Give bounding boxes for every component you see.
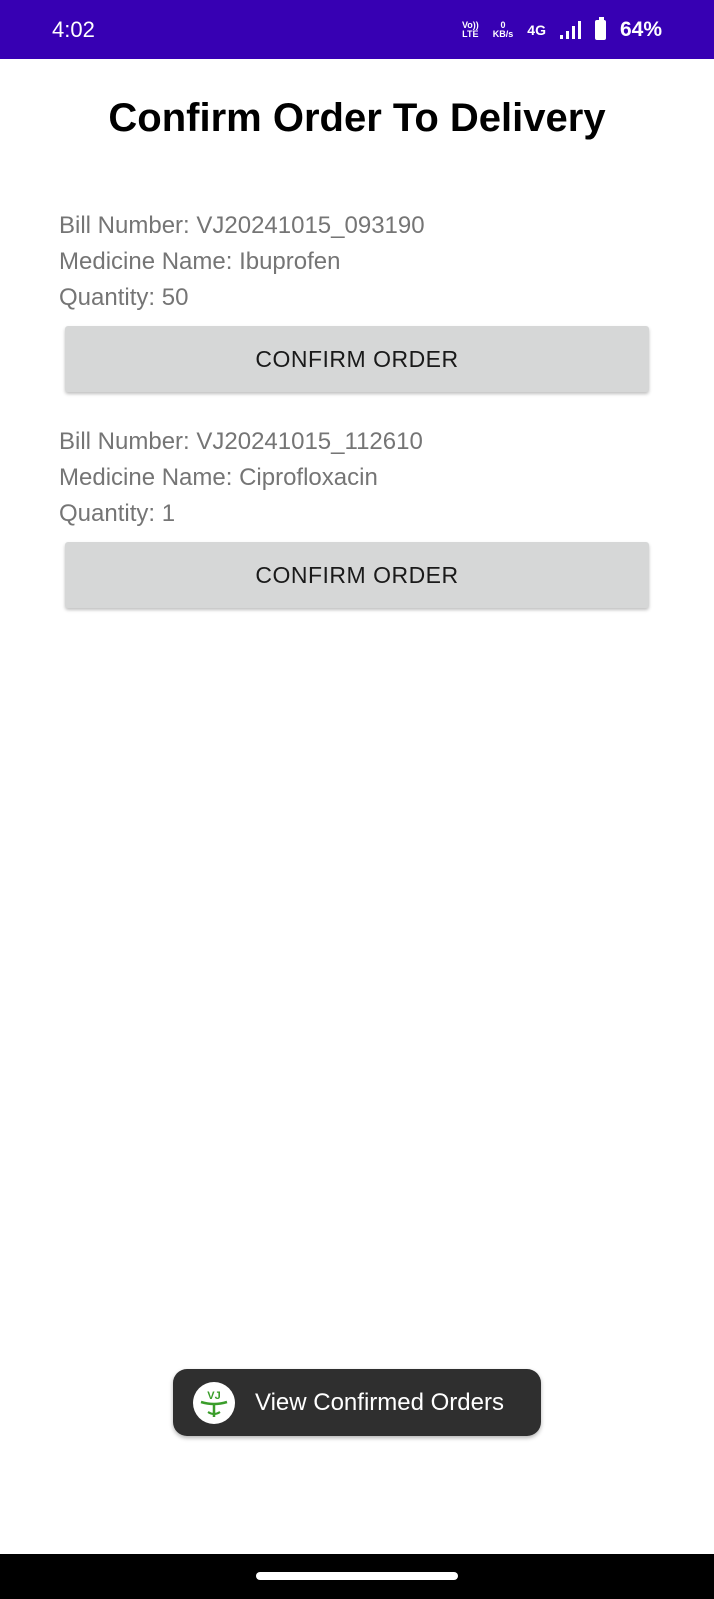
quantity: Quantity: 1 xyxy=(59,500,176,527)
volte-icon: Vo)) LTE xyxy=(462,20,479,39)
status-icons: Vo)) LTE 0 KB/s 4G 64% xyxy=(462,16,662,42)
quantity: Quantity: 50 xyxy=(59,284,189,311)
confirm-order-button[interactable]: CONFIRM ORDER xyxy=(65,326,649,392)
bill-number: Bill Number: VJ20241015_112610 xyxy=(59,428,423,455)
medicine-name: Medicine Name: Ciprofloxacin xyxy=(59,464,378,491)
network-type: 4G xyxy=(527,21,546,38)
toast-message: View Confirmed Orders xyxy=(255,1388,504,1416)
status-time: 4:02 xyxy=(52,16,95,42)
data-speed: 0 KB/s xyxy=(492,20,514,39)
data-speed-unit: KB/s xyxy=(492,28,514,39)
app-logo-icon: VJ xyxy=(193,1381,235,1424)
logo-text: VJ xyxy=(207,1390,220,1402)
status-bar: 4:02 Vo)) LTE 0 KB/s 4G 64% xyxy=(0,0,714,59)
toast: VJ View Confirmed Orders xyxy=(173,1369,541,1436)
navigation-bar xyxy=(0,1554,714,1599)
battery-icon xyxy=(594,16,606,40)
order-item: Bill Number: VJ20241015_112610 Medicine … xyxy=(59,424,651,608)
bill-number: Bill Number: VJ20241015_093190 xyxy=(59,212,425,239)
battery-percent: 64% xyxy=(619,17,662,41)
confirm-order-button[interactable]: CONFIRM ORDER xyxy=(65,542,649,608)
order-item: Bill Number: VJ20241015_093190 Medicine … xyxy=(59,208,651,392)
volte-bottom-label: LTE xyxy=(462,28,479,39)
home-gesture-handle[interactable] xyxy=(256,1572,458,1580)
page-title: Confirm Order To Delivery xyxy=(108,96,606,140)
medicine-name: Medicine Name: Ibuprofen xyxy=(59,248,341,275)
signal-icon xyxy=(559,20,581,39)
